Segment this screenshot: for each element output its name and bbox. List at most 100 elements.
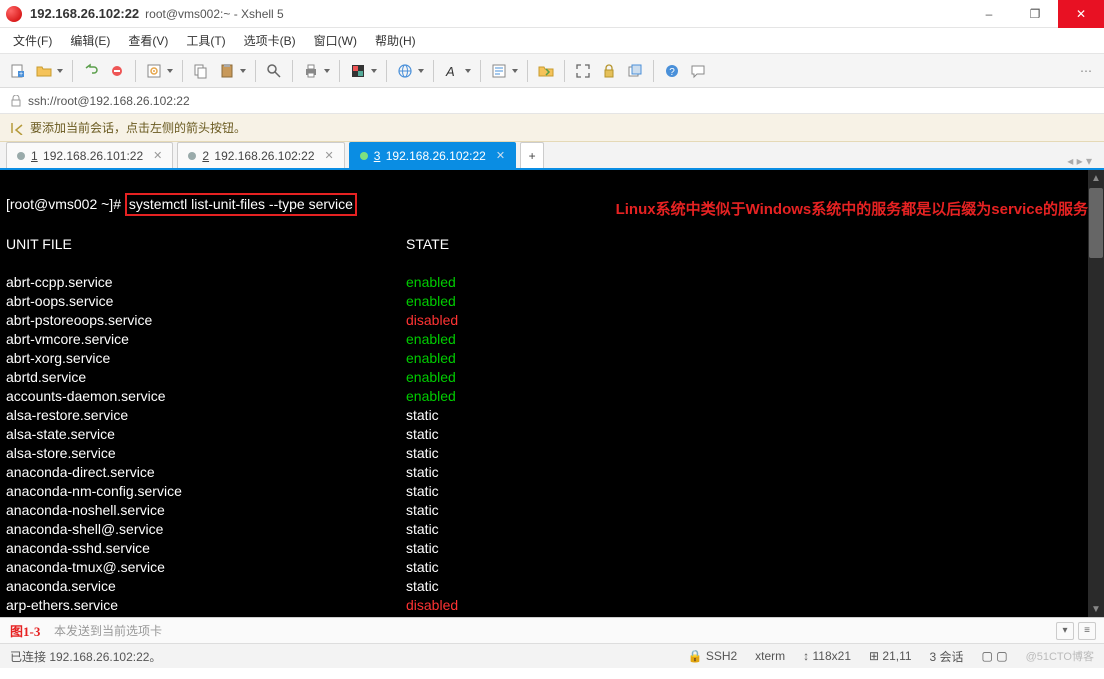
disconnect-button[interactable] (105, 59, 129, 83)
session-tab-2[interactable]: 2 192.168.26.102:22 ✕ (177, 142, 344, 168)
xtransfer-button[interactable] (534, 59, 558, 83)
toolbar-separator (72, 60, 73, 82)
column-header-unit: UNIT FILE (6, 235, 406, 254)
service-state: static (406, 577, 439, 596)
service-row: alsa-store.servicestatic (6, 444, 1098, 463)
menu-bar: 文件(F) 编辑(E) 查看(V) 工具(T) 选项卡(B) 窗口(W) 帮助(… (0, 28, 1104, 54)
service-unit: abrt-pstoreoops.service (6, 311, 406, 330)
terminal-area[interactable]: [root@vms002 ~]# systemctl list-unit-fil… (0, 170, 1104, 618)
toolbar-separator (182, 60, 183, 82)
tab-label: 192.168.26.102:22 (214, 149, 314, 163)
toolbar-separator (527, 60, 528, 82)
menu-window[interactable]: 窗口(W) (305, 28, 366, 54)
hint-text: 要添加当前会话，点击左侧的箭头按钮。 (30, 119, 246, 136)
send-bar[interactable]: 图1-3 本发送到当前选项卡 ▾ ≡ (0, 618, 1104, 644)
service-unit: abrt-oops.service (6, 292, 406, 311)
scroll-up-icon[interactable]: ▲ (1088, 170, 1104, 186)
menu-file[interactable]: 文件(F) (4, 28, 61, 54)
font-button[interactable]: A (440, 59, 474, 83)
lock-button[interactable] (597, 59, 621, 83)
paste-button[interactable] (215, 59, 249, 83)
service-unit: abrt-xorg.service (6, 349, 406, 368)
maximize-button[interactable]: ❐ (1012, 0, 1058, 28)
open-session-button[interactable] (32, 59, 66, 83)
service-state: enabled (406, 349, 456, 368)
always-on-top-button[interactable] (623, 59, 647, 83)
service-unit: accounts-daemon.service (6, 387, 406, 406)
service-row: abrt-vmcore.serviceenabled (6, 330, 1098, 349)
close-button[interactable]: ✕ (1058, 0, 1104, 28)
scroll-down-icon[interactable]: ▼ (1088, 601, 1104, 617)
terminal-output[interactable]: [root@vms002 ~]# systemctl list-unit-fil… (0, 170, 1104, 676)
minimize-button[interactable]: – (966, 0, 1012, 28)
chat-button[interactable] (686, 59, 710, 83)
send-dropdown-button[interactable]: ▾ (1056, 622, 1074, 640)
properties-button[interactable] (142, 59, 176, 83)
menu-tools[interactable]: 工具(T) (177, 28, 234, 54)
app-icon (6, 6, 22, 22)
window-controls: – ❐ ✕ (966, 0, 1104, 28)
find-button[interactable] (262, 59, 286, 83)
service-state: enabled (406, 292, 456, 311)
service-row: anaconda-tmux@.servicestatic (6, 558, 1098, 577)
service-row: anaconda-shell@.servicestatic (6, 520, 1098, 539)
toolbar-separator (564, 60, 565, 82)
scroll-thumb[interactable] (1089, 188, 1103, 258)
tab-close-icon[interactable]: ✕ (325, 149, 334, 162)
window-title: 192.168.26.102:22 (30, 6, 139, 21)
toolbar-separator (433, 60, 434, 82)
send-menu-button[interactable]: ≡ (1078, 622, 1096, 640)
tab-bar: 1 192.168.26.101:22 ✕ 2 192.168.26.102:2… (0, 142, 1104, 170)
service-unit: alsa-store.service (6, 444, 406, 463)
new-session-button[interactable]: + (6, 59, 30, 83)
fullscreen-button[interactable] (571, 59, 595, 83)
service-row: abrt-pstoreoops.servicedisabled (6, 311, 1098, 330)
tab-close-icon[interactable]: ✕ (153, 149, 162, 162)
service-state: enabled (406, 387, 456, 406)
svg-text:?: ? (669, 67, 675, 78)
service-state: static (406, 501, 439, 520)
help-button[interactable]: ? (660, 59, 684, 83)
service-state: static (406, 520, 439, 539)
menu-tabs[interactable]: 选项卡(B) (235, 28, 305, 54)
service-state: static (406, 444, 439, 463)
service-row: anaconda-nm-config.servicestatic (6, 482, 1098, 501)
encoding-button[interactable] (393, 59, 427, 83)
service-unit: abrt-vmcore.service (6, 330, 406, 349)
annotation-overlay: Linux系统中类似于Windows系统中的服务都是以后缀为service的服务 (616, 198, 1088, 219)
service-unit: alsa-state.service (6, 425, 406, 444)
service-unit: anaconda-sshd.service (6, 539, 406, 558)
toolbar-overflow[interactable]: ⋯ (1074, 64, 1098, 78)
session-tab-1[interactable]: 1 192.168.26.101:22 ✕ (6, 142, 173, 168)
lock-icon (10, 95, 22, 107)
session-tab-3[interactable]: 3 192.168.26.102:22 ✕ (349, 142, 516, 168)
service-list: abrt-ccpp.serviceenabledabrt-oops.servic… (6, 273, 1098, 634)
add-tab-button[interactable]: + (520, 142, 544, 168)
menu-edit[interactable]: 编辑(E) (61, 28, 119, 54)
toolbar-separator (339, 60, 340, 82)
address-bar[interactable]: ssh://root@192.168.26.102:22 (0, 88, 1104, 114)
service-unit: anaconda-nm-config.service (6, 482, 406, 501)
copy-button[interactable] (189, 59, 213, 83)
service-unit: anaconda-shell@.service (6, 520, 406, 539)
menu-view[interactable]: 查看(V) (119, 28, 177, 54)
svg-text:A: A (445, 64, 455, 79)
tab-close-icon[interactable]: ✕ (496, 149, 505, 162)
toolbar-separator (386, 60, 387, 82)
service-unit: anaconda.service (6, 577, 406, 596)
script-button[interactable] (487, 59, 521, 83)
command-highlight: systemctl list-unit-files --type service (125, 193, 357, 216)
status-dot-icon (360, 152, 368, 160)
terminal-scrollbar[interactable]: ▲ ▼ (1088, 170, 1104, 617)
print-button[interactable] (299, 59, 333, 83)
arrow-icon[interactable] (10, 121, 24, 135)
service-row: anaconda-sshd.servicestatic (6, 539, 1098, 558)
status-dot-icon (17, 152, 25, 160)
service-row: alsa-state.servicestatic (6, 425, 1098, 444)
title-bar: 192.168.26.102:22 root@vms002:~ - Xshell… (0, 0, 1104, 28)
tab-nav-buttons[interactable]: ◂ ▸ ▾ (1061, 154, 1098, 168)
column-header-state: STATE (406, 235, 449, 254)
reconnect-button[interactable] (79, 59, 103, 83)
menu-help[interactable]: 帮助(H) (366, 28, 425, 54)
color-scheme-button[interactable] (346, 59, 380, 83)
